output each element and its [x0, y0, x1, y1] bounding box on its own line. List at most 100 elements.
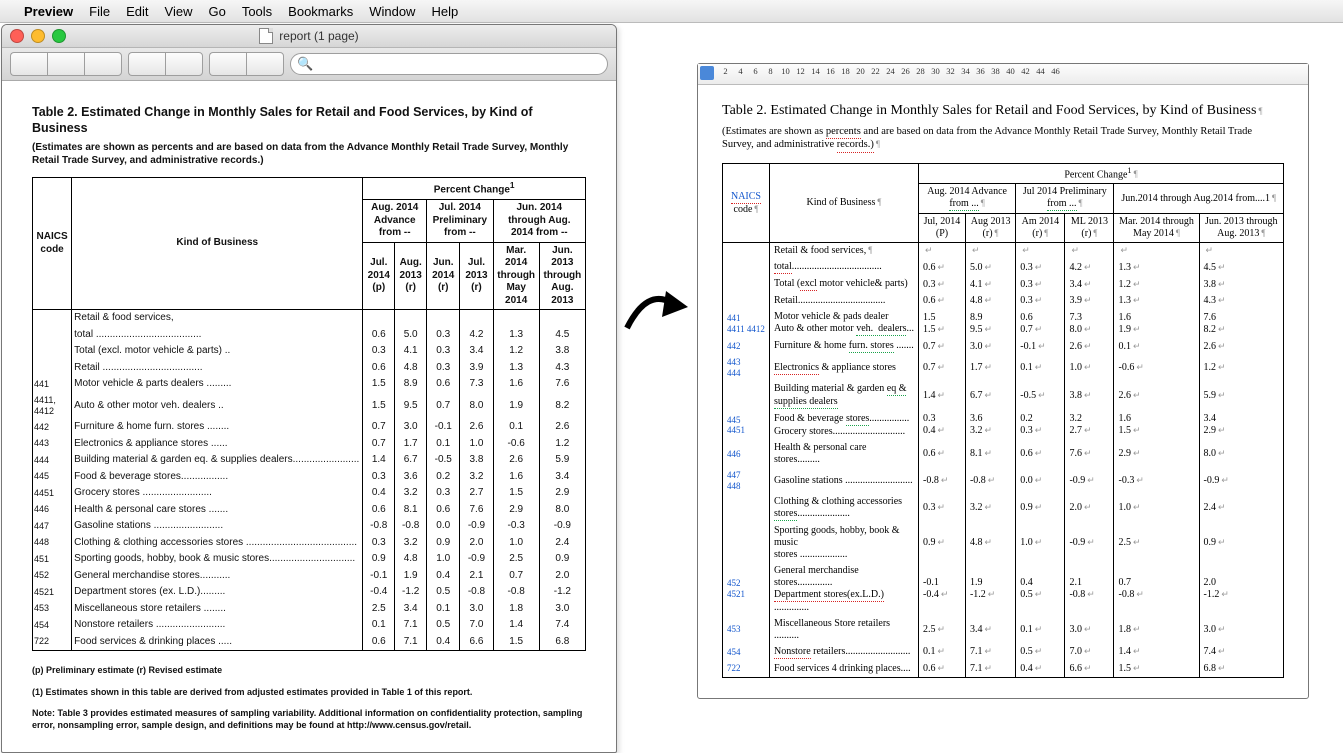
table-row: total ..................................… — [33, 327, 586, 344]
page-nav-segment[interactable] — [209, 52, 284, 76]
table-row: Retail & food services, — [33, 310, 586, 327]
table-row: 446 Health & personal care stores ......… — [33, 502, 586, 519]
minimize-icon[interactable] — [31, 29, 45, 43]
ruler-tick: 4 — [733, 66, 748, 76]
table-row: 443 Electronics & appliance stores .....… — [33, 436, 586, 453]
table-row: Retail & food services,¶ ↵↵↵↵↵↵ — [723, 243, 1284, 260]
pilcrow-icon: ¶ — [1258, 106, 1262, 116]
ruler-tick: 36 — [973, 66, 988, 76]
document-icon — [259, 28, 273, 44]
table-row: 451 Sporting goods, hobby, book & music … — [33, 551, 586, 568]
table-row: 452 General merchandise stores..........… — [33, 568, 586, 585]
zoom-icon[interactable] — [52, 29, 66, 43]
prev-page-button[interactable] — [209, 52, 246, 76]
table-row: Retail .................................… — [33, 360, 586, 377]
menu-view[interactable]: View — [165, 4, 193, 19]
table-title: Table 2. Estimated Change in Monthly Sal… — [32, 105, 586, 136]
ruler-tick: 8 — [763, 66, 778, 76]
ruler-tick: 18 — [838, 66, 853, 76]
footnote-legend: (p) Preliminary estimate (r) Revised est… — [32, 665, 586, 677]
view-mode-3[interactable] — [84, 52, 122, 76]
menu-preview[interactable]: Preview — [24, 4, 73, 19]
ruler-tick: 2 — [718, 66, 733, 76]
table-row: 4451 Grocery stores ....................… — [33, 485, 586, 502]
table-row: 442 Furniture & home furn. stores ......… — [33, 419, 586, 436]
table-row: 722 Food services 4 drinking places.... … — [723, 661, 1284, 678]
ruler-tick: 16 — [823, 66, 838, 76]
table-row: Sporting goods, hobby, book & musicstore… — [723, 523, 1284, 563]
next-page-button[interactable] — [246, 52, 284, 76]
ruler-origin-icon[interactable] — [700, 66, 714, 80]
search-field-wrap: 🔍 — [290, 53, 608, 75]
table-row: Building material & garden eq &supplies … — [723, 381, 1284, 411]
table-row: 446 Health & personal care stores.......… — [723, 440, 1284, 468]
word-title: Table 2. Estimated Change in Monthly Sal… — [722, 103, 1284, 120]
table-row: Clothing & clothing accessoriesstores...… — [723, 494, 1284, 523]
zoom-in-button[interactable] — [165, 52, 203, 76]
table-row: Retail..................................… — [723, 293, 1284, 309]
table-row: 443444 Electronics & appliance stores 0.… — [723, 355, 1284, 381]
table-row: 448 Clothing & clothing accessories stor… — [33, 535, 586, 552]
titlebar[interactable]: report (1 page) — [2, 25, 616, 48]
ruler-tick: 12 — [793, 66, 808, 76]
ruler-tick: 26 — [898, 66, 913, 76]
view-mode-2[interactable] — [47, 52, 84, 76]
ruler-tick: 22 — [868, 66, 883, 76]
ruler-tick: 46 — [1048, 66, 1063, 76]
ruler-tick: 38 — [988, 66, 1003, 76]
footnote-note: Note: Table 3 provides estimated measure… — [32, 708, 586, 731]
menu-edit[interactable]: Edit — [126, 4, 148, 19]
menu-bookmarks[interactable]: Bookmarks — [288, 4, 353, 19]
ruler-tick: 44 — [1033, 66, 1048, 76]
table-row: 454 Nonstore retailers .................… — [33, 617, 586, 634]
ruler-tick: 42 — [1018, 66, 1033, 76]
toolbar: 🔍 — [2, 48, 616, 81]
menu-window[interactable]: Window — [369, 4, 415, 19]
table-row: Total (excl. motor vehicle & parts) .. 0… — [33, 343, 586, 360]
ruler-tick: 20 — [853, 66, 868, 76]
word-page: Table 2. Estimated Change in Monthly Sal… — [698, 85, 1308, 698]
ruler-tick: 14 — [808, 66, 823, 76]
menu-file[interactable]: File — [89, 4, 110, 19]
menu-help[interactable]: Help — [431, 4, 458, 19]
table-row: 447 Gasoline stations ..................… — [33, 518, 586, 535]
zoom-out-button[interactable] — [128, 52, 165, 76]
table-row: 4411, 4412 Auto & other motor veh. deale… — [33, 393, 586, 420]
word-subtitle: (Estimates are shown as percents and are… — [722, 126, 1284, 153]
table-row: 442 Furniture & home furn. stores ......… — [723, 338, 1284, 355]
ruler-tick: 32 — [943, 66, 958, 76]
table-row: 453 Miscellaneous store retailers ......… — [33, 601, 586, 618]
pdf-page: Table 2. Estimated Change in Monthly Sal… — [2, 81, 616, 752]
table-row: 454 Nonstore retailers..................… — [723, 644, 1284, 661]
menu-tools[interactable]: Tools — [242, 4, 272, 19]
table-row: 441 Motor vehicle & parts dealers ......… — [33, 376, 586, 393]
word-window: 2468101214161820222426283032343638404244… — [697, 63, 1309, 699]
table-row: 445 Food & beverage stores..............… — [33, 469, 586, 486]
ruler-tick: 6 — [748, 66, 763, 76]
menu-go[interactable]: Go — [208, 4, 225, 19]
mac-menubar[interactable]: Preview File Edit View Go Tools Bookmark… — [0, 0, 1343, 23]
zoom-segment[interactable] — [128, 52, 203, 76]
data-table: NAICS code Kind of Business Percent Chan… — [32, 177, 586, 651]
arrow-icon — [622, 283, 692, 343]
footnote-1: (1) Estimates shown in this table are de… — [32, 687, 586, 699]
ruler-tick: 10 — [778, 66, 793, 76]
table-row: total...................................… — [723, 259, 1284, 276]
search-icon: 🔍 — [297, 56, 313, 72]
table-row: Total (excl motor vehicle& parts) 0.3↵4.… — [723, 276, 1284, 293]
table-row: 453 Miscellaneous Store retailers ......… — [723, 616, 1284, 644]
window-title: report (1 page) — [279, 29, 358, 43]
ruler[interactable]: 2468101214161820222426283032343638404244… — [698, 64, 1308, 85]
word-table: NAICScode¶ Kind of Business¶ Percent Cha… — [722, 163, 1284, 678]
ruler-tick: 30 — [928, 66, 943, 76]
preview-window: report (1 page) 🔍 Table 2. Estimated Cha… — [1, 24, 617, 753]
table-row: 444 Building material & garden eq. & sup… — [33, 452, 586, 469]
view-mode-1[interactable] — [10, 52, 47, 76]
search-input[interactable] — [290, 53, 608, 75]
close-icon[interactable] — [10, 29, 24, 43]
table-subtitle: (Estimates are shown as percents and are… — [32, 142, 586, 167]
table-row: 447448 Gasoline stations ...............… — [723, 468, 1284, 494]
ruler-tick: 34 — [958, 66, 973, 76]
view-mode-segment[interactable] — [10, 52, 122, 76]
ruler-tick: 40 — [1003, 66, 1018, 76]
